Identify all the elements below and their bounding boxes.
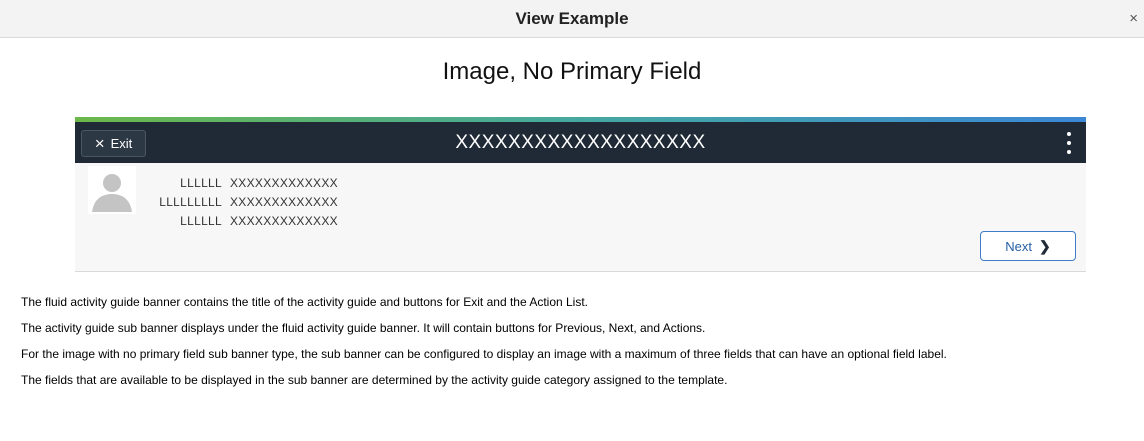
dialog-header: View Example × xyxy=(0,0,1144,38)
example-preview: × Exit XXXXXXXXXXXXXXXXXXX LLLLLL XXXXXX… xyxy=(75,117,1086,272)
field-row: LLLLLLLLL XXXXXXXXXXXXX xyxy=(139,192,338,211)
description-paragraph: The activity guide sub banner displays u… xyxy=(21,321,706,335)
avatar xyxy=(88,166,136,214)
description-paragraph: For the image with no primary field sub … xyxy=(21,347,947,361)
kebab-menu-icon[interactable] xyxy=(1062,132,1076,154)
field-value: XXXXXXXXXXXXX xyxy=(230,194,338,209)
field-label: LLLLLLLLL xyxy=(159,194,222,209)
banner-title: XXXXXXXXXXXXXXXXXXX xyxy=(455,132,706,153)
activity-guide-banner: × Exit XXXXXXXXXXXXXXXXXXX xyxy=(75,122,1086,163)
field-value: XXXXXXXXXXXXX xyxy=(230,213,338,228)
field-label: LLLLLL xyxy=(180,175,222,190)
sub-banner-fields: LLLLLL XXXXXXXXXXXXX LLLLLLLLL XXXXXXXXX… xyxy=(139,173,338,230)
page-title: Image, No Primary Field xyxy=(442,58,702,85)
chevron-right-icon: ❯ xyxy=(1039,237,1051,254)
next-label: Next xyxy=(1005,238,1032,254)
description-paragraph: The fluid activity guide banner contains… xyxy=(21,295,589,309)
description-paragraph: The fields that are available to be disp… xyxy=(21,373,728,387)
field-label: LLLLLL xyxy=(180,213,222,228)
field-value: XXXXXXXXXXXXX xyxy=(230,175,338,190)
next-button[interactable]: Next ❯ xyxy=(980,231,1076,261)
close-icon[interactable]: × xyxy=(1129,11,1138,26)
dialog-title: View Example xyxy=(515,9,629,28)
person-icon xyxy=(92,174,132,212)
field-row: LLLLLL XXXXXXXXXXXXX xyxy=(139,173,338,192)
field-row: LLLLLL XXXXXXXXXXXXX xyxy=(139,211,338,230)
description: The fluid activity guide banner contains… xyxy=(21,295,1121,399)
